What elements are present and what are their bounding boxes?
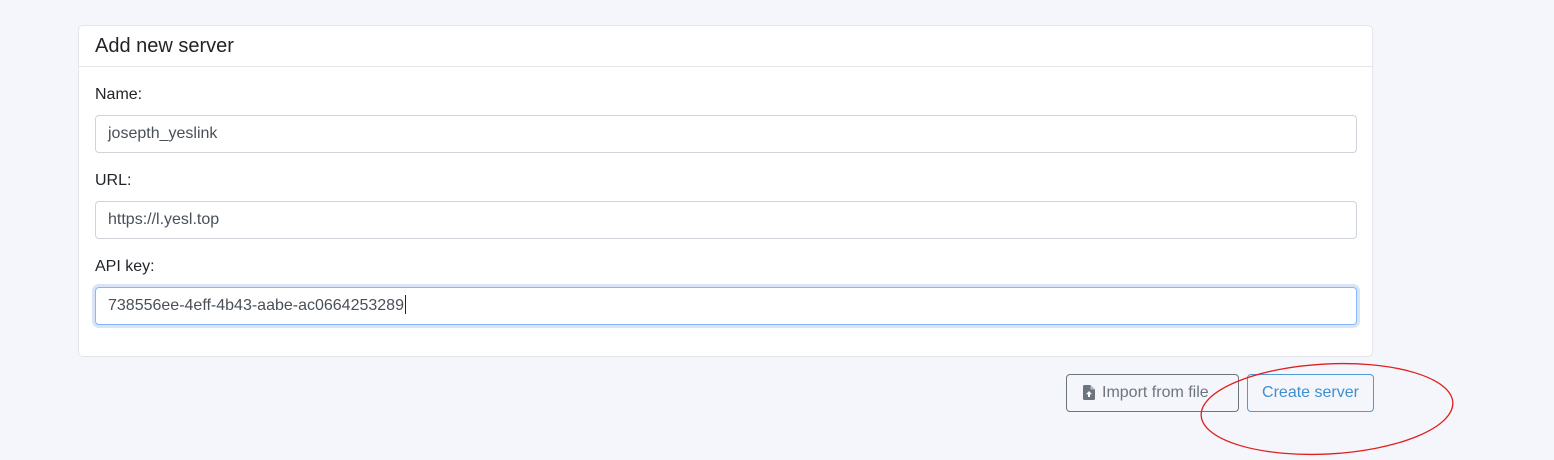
url-label: URL: <box>95 172 132 189</box>
url-input-value: https://l.yesl.top <box>108 211 220 228</box>
name-label: Name: <box>95 86 143 103</box>
api-key-input[interactable]: 738556ee-4eff-4b43-aabe-ac0664253289 <box>95 287 1357 325</box>
card-title: Add new server <box>79 26 1372 67</box>
add-server-card: Add new server Name: josepth_yeslink URL… <box>78 25 1373 357</box>
create-button-label: Create server <box>1262 384 1359 401</box>
name-input[interactable]: josepth_yeslink <box>95 115 1357 153</box>
import-button-label: Import from file <box>1102 384 1209 401</box>
name-input-value: josepth_yeslink <box>108 125 218 142</box>
url-input[interactable]: https://l.yesl.top <box>95 201 1357 239</box>
create-server-button[interactable]: Create server <box>1247 374 1374 412</box>
text-caret <box>404 295 406 314</box>
file-upload-icon <box>1083 378 1095 414</box>
api-key-label: API key: <box>95 258 155 275</box>
import-from-file-button[interactable]: Import from file <box>1066 374 1239 412</box>
api-key-input-value: 738556ee-4eff-4b43-aabe-ac0664253289 <box>108 297 404 314</box>
